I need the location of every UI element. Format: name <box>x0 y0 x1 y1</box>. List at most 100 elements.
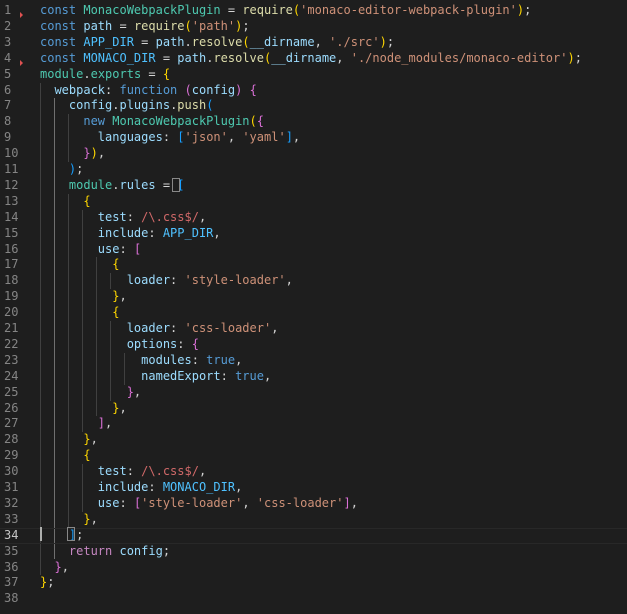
code-line[interactable]: 6 webpack: function (config) { <box>0 83 627 99</box>
code-line[interactable]: 2 const path = require('path'); <box>0 19 627 35</box>
line-code[interactable]: ]; <box>40 528 83 543</box>
code-line[interactable]: 21 loader: 'css-loader', <box>0 321 627 337</box>
line-code[interactable]: { <box>40 194 90 210</box>
code-line[interactable]: 24 namedExport: true, <box>0 369 627 385</box>
code-token: , <box>242 495 257 510</box>
line-code[interactable]: options: { <box>40 337 199 353</box>
line-code[interactable]: module.rules = [ <box>40 178 185 194</box>
line-number: 6 <box>4 82 12 97</box>
line-number: 31 <box>4 480 19 494</box>
code-line[interactable]: 31 include: MONACO_DIR, <box>0 480 627 496</box>
code-line[interactable]: 14 test: /\.css$/, <box>0 210 627 226</box>
line-code[interactable]: webpack: function (config) { <box>40 83 256 99</box>
code-line[interactable]: 38 <box>0 591 627 607</box>
code-line[interactable]: 20 { <box>0 305 627 321</box>
code-line[interactable]: 25 }, <box>0 385 627 401</box>
line-code[interactable]: test: /\.css$/, <box>40 210 206 226</box>
line-code[interactable]: loader: 'css-loader', <box>40 321 279 337</box>
line-code[interactable]: const MONACO_DIR = path.resolve(__dirnam… <box>40 51 582 67</box>
diff-marker-line-1[interactable] <box>20 12 23 18</box>
code-token: module <box>40 177 113 192</box>
code-token: : <box>170 273 185 288</box>
code-token: use <box>40 241 120 256</box>
code-line[interactable]: 28 }, <box>0 432 627 448</box>
code-line[interactable]: 23 modules: true, <box>0 353 627 369</box>
code-line[interactable]: 34 ]; <box>0 527 627 544</box>
line-code[interactable]: const APP_DIR = path.resolve(__dirname, … <box>40 35 394 51</box>
code-line[interactable]: 29 { <box>0 448 627 464</box>
code-line[interactable]: 22 options: { <box>0 337 627 353</box>
code-line[interactable]: 36 }, <box>0 560 627 576</box>
code-line[interactable]: 16 use: [ <box>0 242 627 258</box>
code-token: = <box>112 18 134 33</box>
line-code[interactable]: ); <box>40 162 83 178</box>
line-code[interactable]: }, <box>40 560 68 576</box>
line-code[interactable]: config.plugins.push( <box>40 98 214 114</box>
code-line[interactable]: 3 const APP_DIR = path.resolve(__dirname,… <box>0 35 627 51</box>
code-token: test <box>40 209 127 224</box>
line-code[interactable]: return config; <box>40 544 170 560</box>
line-code[interactable]: }, <box>40 511 97 528</box>
line-code[interactable]: modules: true, <box>40 353 242 369</box>
line-code[interactable]: include: MONACO_DIR, <box>40 480 243 496</box>
code-line[interactable]: 15 include: APP_DIR, <box>0 226 627 242</box>
code-token: ) <box>90 146 98 161</box>
line-code[interactable]: test: /\.css$/, <box>40 464 206 480</box>
line-code[interactable]: }, <box>40 385 141 401</box>
line-code[interactable]: { <box>40 448 90 464</box>
code-token: { <box>162 66 171 81</box>
diff-marker-line-4[interactable] <box>20 60 23 66</box>
line-code[interactable]: }, <box>40 401 126 417</box>
code-line[interactable]: 7 config.plugins.push( <box>0 98 627 114</box>
code-line[interactable]: 9 languages: ['json', 'yaml'], <box>0 130 627 146</box>
line-number: 29 <box>4 448 19 463</box>
line-code[interactable]: include: APP_DIR, <box>40 226 221 242</box>
code-line[interactable]: 1 const MonacoWebpackPlugin = require('mo… <box>0 3 627 19</box>
line-code[interactable]: { <box>40 257 119 273</box>
code-line[interactable]: 17 { <box>0 257 627 273</box>
line-code[interactable]: use: ['style-loader', 'css-loader'], <box>40 496 358 512</box>
line-number: 22 <box>4 336 19 351</box>
code-line[interactable]: 35 return config; <box>0 544 627 560</box>
line-code[interactable]: }; <box>40 575 54 591</box>
line-code[interactable]: namedExport: true, <box>40 369 271 385</box>
line-code[interactable]: module.exports = { <box>40 67 170 83</box>
line-number: 33 <box>4 511 19 526</box>
code-line[interactable]: 11 ); <box>0 162 627 178</box>
code-token: : <box>126 464 142 479</box>
line-code[interactable]: }, <box>40 289 127 305</box>
line-code[interactable]: }, <box>40 432 97 448</box>
code-line[interactable]: 26 }, <box>0 401 627 417</box>
code-line[interactable]: 8 new MonacoWebpackPlugin({ <box>0 114 627 130</box>
line-number: 3 <box>4 34 12 49</box>
code-line[interactable]: 30 test: /\.css$/, <box>0 464 627 480</box>
code-line[interactable]: 19 }, <box>0 289 627 305</box>
code-line[interactable]: 10 }), <box>0 146 627 162</box>
line-code[interactable]: const path = require('path'); <box>40 19 250 35</box>
code-token: modules <box>40 352 192 367</box>
code-line[interactable]: 12 module.rules = [ <box>0 178 627 194</box>
line-code[interactable]: new MonacoWebpackPlugin({ <box>40 114 264 130</box>
line-code[interactable]: use: [ <box>40 242 141 258</box>
code-line[interactable]: 32 use: ['style-loader', 'css-loader'], <box>0 496 627 512</box>
code-token: require <box>242 3 293 17</box>
code-line[interactable]: 13 { <box>0 194 627 210</box>
code-line[interactable]: 4 const MONACO_DIR = path.resolve(__dirna… <box>0 51 627 67</box>
code-token: : <box>220 368 236 383</box>
code-line[interactable]: 18 loader: 'style-loader', <box>0 273 627 289</box>
line-code[interactable]: { <box>40 305 119 321</box>
code-line[interactable]: 27 ], <box>0 416 627 432</box>
line-code[interactable]: const MonacoWebpackPlugin = require('mon… <box>40 3 531 19</box>
code-line[interactable]: 5 module.exports = { <box>0 67 627 83</box>
line-code[interactable]: ], <box>40 416 112 432</box>
code-token: new <box>40 114 113 129</box>
code-token: } <box>40 511 91 526</box>
code-token: , <box>119 289 127 304</box>
code-editor[interactable]: 1 const MonacoWebpackPlugin = require('mo… <box>0 0 627 614</box>
code-line[interactable]: 33 }, <box>0 512 627 528</box>
line-code[interactable]: }), <box>40 146 105 162</box>
line-code[interactable]: loader: 'style-loader', <box>40 273 293 289</box>
code-token: [ <box>177 130 185 145</box>
line-code[interactable]: languages: ['json', 'yaml'], <box>40 130 300 146</box>
code-line[interactable]: 37}; <box>0 575 627 591</box>
